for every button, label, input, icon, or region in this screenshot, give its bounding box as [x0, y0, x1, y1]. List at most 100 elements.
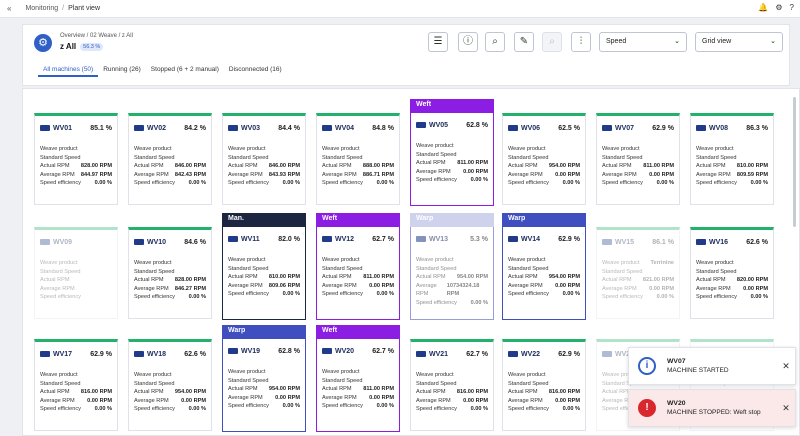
layout-toggle-button[interactable]: ☰ — [428, 32, 448, 52]
notification-toast-info: i WV07 MACHINE STARTED ✕ — [628, 347, 796, 385]
header-breadcrumb[interactable]: Overview / 02 Weave / z All — [60, 33, 133, 39]
collapse-sidebar-icon[interactable]: « — [7, 4, 11, 13]
machine-card[interactable]: WV07 62.9 % Weave product Standard Speed Act… — [596, 113, 680, 205]
product-row: Weave product Terrinine — [602, 259, 674, 268]
machine-efficiency: 84.2 % — [184, 124, 206, 132]
machine-efficiency: 84.6 % — [184, 238, 206, 246]
actual-rpm-value: 811.00 RPM — [457, 160, 488, 166]
actual-rpm-value: 820.00 RPM — [736, 277, 768, 283]
machine-card-details: Weave product Standard Speed Actual RPM 954… — [503, 248, 585, 305]
toast-close-icon[interactable]: ✕ — [777, 361, 795, 372]
machine-name: WV18 — [147, 350, 167, 358]
machine-card[interactable]: WV09 Weave product Standard Speed Actual RP… — [34, 227, 118, 319]
average-rpm-value: 0.00 RPM — [649, 171, 674, 178]
machine-card[interactable]: Warp WV13 5.3 % Weave product Standard Speed… — [410, 213, 494, 320]
zoom-button[interactable]: ⌕ — [542, 32, 562, 52]
speed-efficiency-row: Speed efficiency 0.00 % — [508, 405, 580, 414]
average-rpm-label: Average RPM — [322, 282, 357, 289]
product-label: Weave product — [228, 257, 266, 263]
average-rpm-row: Average RPM 0.00 RPM — [40, 397, 112, 406]
machine-card[interactable]: Weft WV12 62.7 % Weave product Standard Spee… — [316, 213, 400, 320]
machine-card[interactable]: WV04 84.8 % Weave product Standard Speed Act… — [316, 113, 400, 205]
machine-card-header: WV18 62.6 % — [129, 345, 211, 363]
machine-card[interactable]: WV15 86.1 % Weave product Terrinine Standard… — [596, 227, 680, 319]
speed-efficiency-value: 0.00 % — [188, 406, 206, 412]
standard-speed-row: Standard Speed — [416, 151, 488, 160]
average-rpm-value: 809.59 RPM — [736, 171, 768, 178]
machine-card[interactable]: WV21 62.7 % Weave product Standard Speed Act… — [410, 339, 494, 431]
machine-card[interactable]: WV03 84.4 % Weave product Standard Speed Act… — [222, 113, 306, 205]
tab-stopped[interactable]: Stopped (6 + 2 manual) — [146, 63, 224, 77]
speed-efficiency-row: Speed efficiency 0.00 % — [228, 179, 300, 188]
machine-name: WV07 — [615, 124, 635, 132]
standard-speed-row: Standard Speed — [134, 268, 206, 277]
machine-card[interactable]: WV01 85.1 % Weave product Standard Speed Act… — [34, 113, 118, 205]
speed-efficiency-row: Speed efficiency 0.00 % — [508, 179, 580, 188]
tab-all-machines[interactable]: All machines (50) — [38, 63, 99, 77]
machine-card[interactable]: Weft WV05 62.8 % Weave product Standard Spee… — [410, 99, 494, 206]
machine-card[interactable]: Warp WV14 62.9 % Weave product Standard Spee… — [502, 213, 586, 320]
speed-efficiency-value: 0.00 % — [376, 180, 394, 186]
view-select[interactable]: Grid view ⌄ — [695, 32, 783, 52]
machine-card[interactable]: WV22 62.9 % Weave product Standard Speed Act… — [502, 339, 586, 431]
machine-card-header: WV12 62.7 % — [317, 230, 399, 248]
machine-status-banner: Weft — [410, 99, 494, 113]
standard-speed-row: Standard Speed — [602, 268, 674, 277]
speed-efficiency-label: Speed efficiency — [134, 294, 175, 300]
average-rpm-label: Average RPM — [40, 285, 75, 292]
standard-speed-label: Standard Speed — [134, 380, 175, 387]
toast-close-icon[interactable]: ✕ — [777, 403, 795, 414]
average-rpm-value: 0.00 RPM — [555, 282, 580, 289]
product-label: Weave product — [602, 146, 640, 152]
speed-efficiency-label: Speed efficiency — [602, 294, 643, 300]
tab-running[interactable]: Running (26) — [98, 63, 146, 77]
machine-card[interactable]: WV06 62.5 % Weave product Standard Speed Act… — [502, 113, 586, 205]
machine-card[interactable]: Weft WV20 62.7 % Weave product Standard Spee… — [316, 325, 400, 432]
average-rpm-label: Average RPM — [602, 285, 637, 292]
speed-efficiency-row: Speed efficiency 0.00 % — [134, 179, 206, 188]
machine-card[interactable]: WV08 86.3 % Weave product Standard Speed Act… — [690, 113, 774, 205]
average-rpm-row: Average RPM 843.93 RPM — [228, 171, 300, 180]
breadcrumb-monitoring[interactable]: Monitoring — [25, 5, 58, 12]
product-row: Weave product — [416, 256, 488, 265]
page-title-text: z All — [60, 42, 77, 51]
machine-card[interactable]: WV16 62.6 % Weave product Standard Speed Act… — [690, 227, 774, 319]
average-rpm-value: 0.00 RPM — [649, 285, 674, 292]
speed-efficiency-row: Speed efficiency 0.00 % — [322, 402, 394, 411]
metric-select[interactable]: Speed ⌄ — [599, 32, 687, 52]
comment-button[interactable]: ✎ — [514, 32, 534, 52]
settings-gear-icon[interactable]: ⚙ — [775, 3, 782, 12]
search-button[interactable]: ⌕ — [485, 32, 505, 52]
actual-rpm-value: 954.00 RPM — [548, 163, 580, 169]
average-rpm-value: 0.00 RPM — [87, 397, 112, 404]
average-rpm-label: Average RPM — [416, 397, 451, 404]
product-label: Weave product — [696, 260, 734, 266]
standard-speed-label: Standard Speed — [416, 265, 457, 272]
loom-icon — [602, 239, 612, 245]
machine-card[interactable]: Warp WV19 62.8 % Weave product Standard Spee… — [222, 325, 306, 432]
machine-card[interactable]: WV10 84.6 % Weave product Standard Speed Act… — [128, 227, 212, 319]
speed-efficiency-label: Speed efficiency — [322, 180, 363, 186]
machine-card-header: WV20 62.7 % — [317, 342, 399, 360]
machine-card[interactable]: WV17 62.9 % Weave product Standard Speed Act… — [34, 339, 118, 431]
help-icon[interactable]: ? — [790, 3, 794, 12]
machine-card[interactable]: WV02 84.2 % Weave product Standard Speed Act… — [128, 113, 212, 205]
machine-card[interactable]: WV18 62.6 % Weave product Standard Speed Act… — [128, 339, 212, 431]
machine-card-header: WV10 84.6 % — [129, 233, 211, 251]
machine-status-banner: Warp — [410, 213, 494, 227]
average-rpm-label: Average RPM — [228, 171, 263, 178]
average-rpm-row: Average RPM 0.00 RPM — [322, 394, 394, 403]
standard-speed-label: Standard Speed — [322, 154, 363, 161]
machine-card-header: WV11 82.0 % — [223, 230, 305, 248]
machine-card[interactable]: Man. WV11 82.0 % Weave product Standard Spee… — [222, 213, 306, 320]
grid-scrollbar[interactable] — [793, 97, 796, 227]
actual-rpm-value: 888.00 RPM — [362, 163, 394, 169]
machine-name: WV19 — [241, 347, 261, 355]
machine-filter-tabs: All machines (50) Running (26) Stopped (… — [38, 63, 287, 77]
actual-rpm-value: 828.00 RPM — [174, 277, 206, 283]
speed-efficiency-row: Speed efficiency 0.00 % — [228, 290, 300, 299]
info-button[interactable]: ⓘ — [458, 32, 478, 52]
filter-sliders-button[interactable]: ⫶ — [571, 32, 591, 52]
notifications-bell-icon[interactable]: 🔔 — [758, 3, 768, 12]
tab-disconnected[interactable]: Disconnected (16) — [224, 63, 287, 77]
